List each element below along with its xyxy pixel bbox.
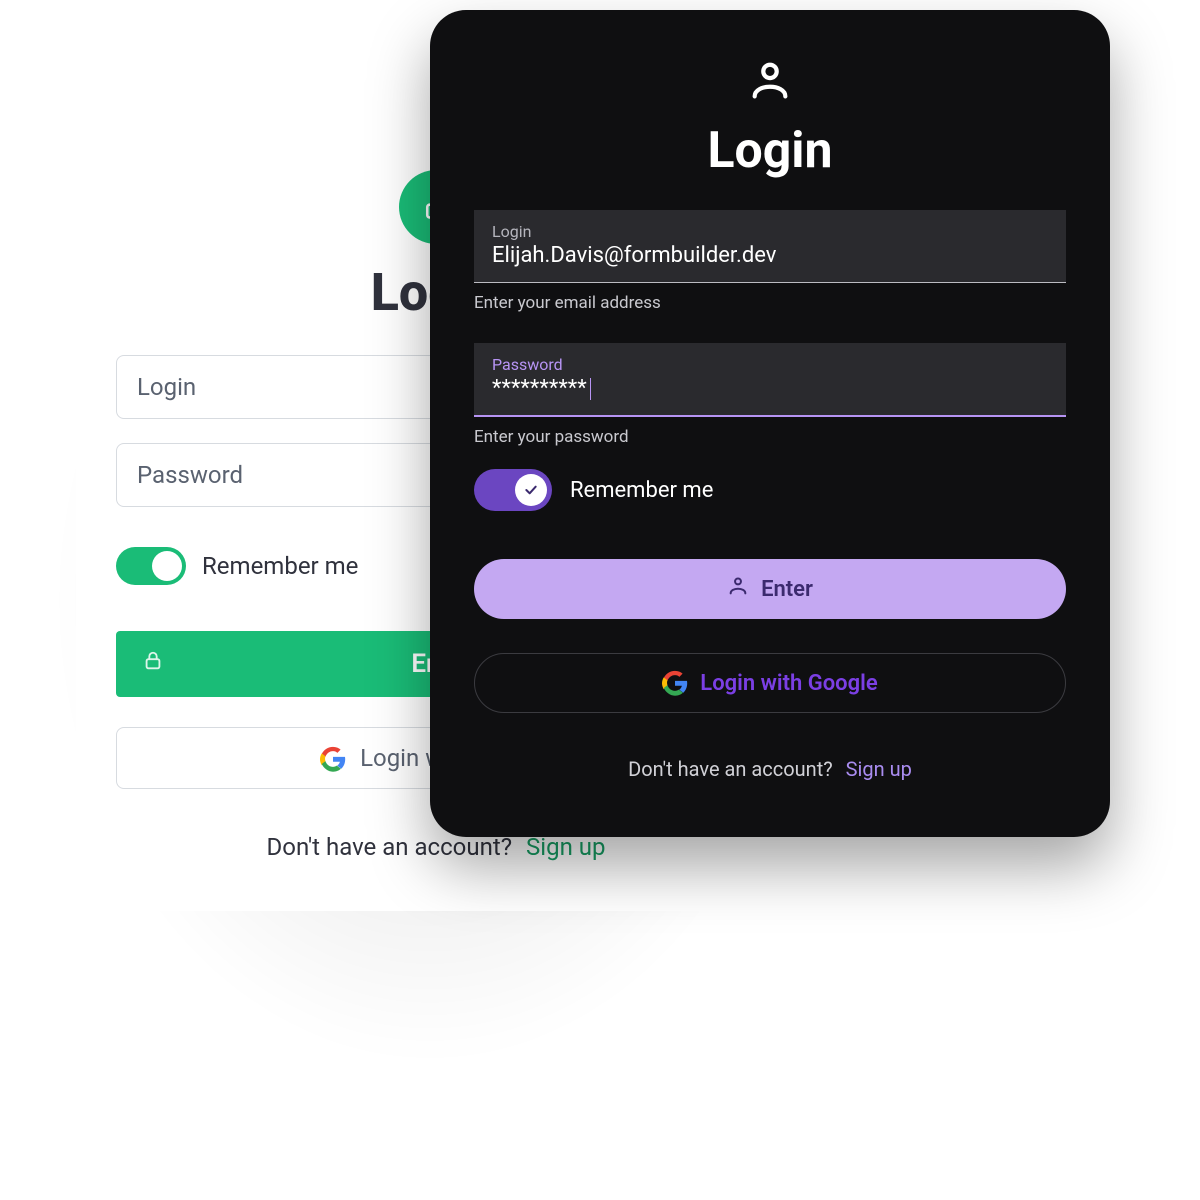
enter-label: Enter (761, 577, 813, 602)
remember-label: Remember me (570, 478, 713, 503)
login-hint: Enter your email address (474, 293, 1066, 313)
enter-button[interactable]: Enter (474, 559, 1066, 619)
login-label: Login (492, 222, 1048, 241)
google-label: Login with Google (700, 671, 877, 696)
password-label: Password (492, 355, 1048, 374)
google-icon (662, 670, 688, 696)
signup-row: Don't have an account? Sign up (474, 757, 1066, 781)
toggle-knob (152, 551, 182, 581)
password-input[interactable]: Password ********** (474, 343, 1066, 417)
login-placeholder: Login (137, 373, 196, 401)
password-hint: Enter your password (474, 427, 1066, 447)
login-card-dark: Login Login Elijah.Davis@formbuilder.dev… (430, 10, 1110, 837)
signup-link[interactable]: Sign up (846, 757, 912, 781)
text-caret-icon (590, 378, 591, 400)
signup-link[interactable]: Sign up (526, 833, 605, 861)
remember-toggle[interactable] (116, 547, 186, 585)
google-icon (320, 744, 346, 773)
person-icon (747, 58, 793, 108)
signup-prompt: Don't have an account? (628, 757, 833, 781)
login-title: Login (474, 122, 1066, 180)
google-login-button[interactable]: Login with Google (474, 653, 1066, 713)
person-icon (727, 575, 749, 603)
login-input[interactable]: Login Elijah.Davis@formbuilder.dev (474, 210, 1066, 283)
password-value: ********** (492, 376, 587, 401)
signup-prompt: Don't have an account? (267, 833, 513, 861)
toggle-knob (515, 474, 547, 506)
password-placeholder: Password (137, 461, 243, 489)
remember-toggle[interactable] (474, 469, 552, 511)
signup-row: Don't have an account? Sign up (116, 833, 756, 861)
check-icon (523, 482, 539, 498)
login-value: Elijah.Davis@formbuilder.dev (492, 243, 1048, 268)
remember-label: Remember me (202, 552, 358, 580)
